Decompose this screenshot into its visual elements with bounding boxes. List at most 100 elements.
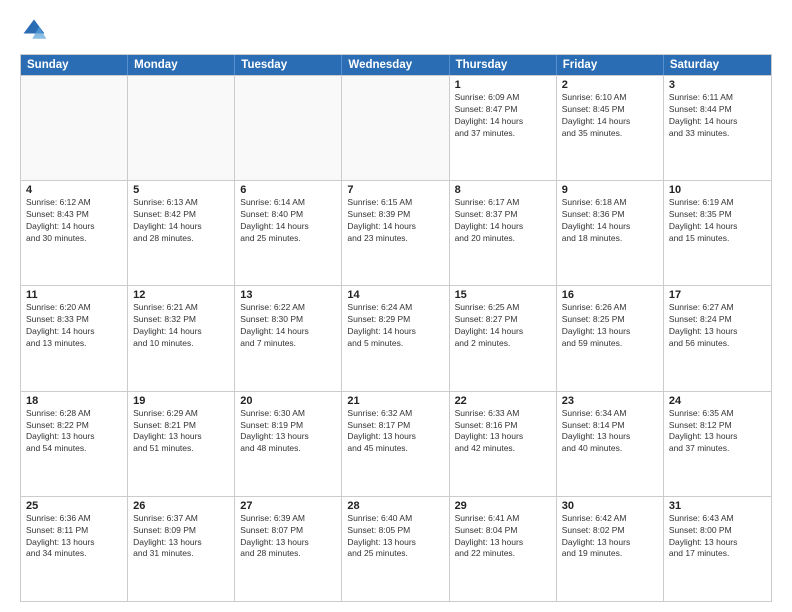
day-cell-26: 26Sunrise: 6:37 AM Sunset: 8:09 PM Dayli… bbox=[128, 497, 235, 601]
day-info: Sunrise: 6:19 AM Sunset: 8:35 PM Dayligh… bbox=[669, 197, 766, 245]
empty-cell bbox=[128, 76, 235, 180]
day-cell-23: 23Sunrise: 6:34 AM Sunset: 8:14 PM Dayli… bbox=[557, 392, 664, 496]
day-info: Sunrise: 6:14 AM Sunset: 8:40 PM Dayligh… bbox=[240, 197, 336, 245]
day-number: 24 bbox=[669, 395, 766, 407]
day-info: Sunrise: 6:25 AM Sunset: 8:27 PM Dayligh… bbox=[455, 302, 551, 350]
day-number: 13 bbox=[240, 289, 336, 301]
day-cell-22: 22Sunrise: 6:33 AM Sunset: 8:16 PM Dayli… bbox=[450, 392, 557, 496]
day-number: 1 bbox=[455, 79, 551, 91]
day-number: 18 bbox=[26, 395, 122, 407]
day-cell-31: 31Sunrise: 6:43 AM Sunset: 8:00 PM Dayli… bbox=[664, 497, 771, 601]
day-number: 20 bbox=[240, 395, 336, 407]
day-cell-13: 13Sunrise: 6:22 AM Sunset: 8:30 PM Dayli… bbox=[235, 286, 342, 390]
day-number: 29 bbox=[455, 500, 551, 512]
day-info: Sunrise: 6:20 AM Sunset: 8:33 PM Dayligh… bbox=[26, 302, 122, 350]
day-info: Sunrise: 6:12 AM Sunset: 8:43 PM Dayligh… bbox=[26, 197, 122, 245]
header-day-sunday: Sunday bbox=[21, 55, 128, 75]
day-number: 15 bbox=[455, 289, 551, 301]
day-cell-1: 1Sunrise: 6:09 AM Sunset: 8:47 PM Daylig… bbox=[450, 76, 557, 180]
day-cell-7: 7Sunrise: 6:15 AM Sunset: 8:39 PM Daylig… bbox=[342, 181, 449, 285]
day-number: 30 bbox=[562, 500, 658, 512]
day-cell-24: 24Sunrise: 6:35 AM Sunset: 8:12 PM Dayli… bbox=[664, 392, 771, 496]
empty-cell bbox=[21, 76, 128, 180]
day-info: Sunrise: 6:35 AM Sunset: 8:12 PM Dayligh… bbox=[669, 408, 766, 456]
day-cell-2: 2Sunrise: 6:10 AM Sunset: 8:45 PM Daylig… bbox=[557, 76, 664, 180]
day-info: Sunrise: 6:24 AM Sunset: 8:29 PM Dayligh… bbox=[347, 302, 443, 350]
day-info: Sunrise: 6:33 AM Sunset: 8:16 PM Dayligh… bbox=[455, 408, 551, 456]
day-info: Sunrise: 6:39 AM Sunset: 8:07 PM Dayligh… bbox=[240, 513, 336, 561]
day-info: Sunrise: 6:13 AM Sunset: 8:42 PM Dayligh… bbox=[133, 197, 229, 245]
day-info: Sunrise: 6:36 AM Sunset: 8:11 PM Dayligh… bbox=[26, 513, 122, 561]
day-number: 11 bbox=[26, 289, 122, 301]
header-day-friday: Friday bbox=[557, 55, 664, 75]
week-row-4: 18Sunrise: 6:28 AM Sunset: 8:22 PM Dayli… bbox=[21, 391, 771, 496]
day-number: 31 bbox=[669, 500, 766, 512]
day-cell-5: 5Sunrise: 6:13 AM Sunset: 8:42 PM Daylig… bbox=[128, 181, 235, 285]
calendar-header: SundayMondayTuesdayWednesdayThursdayFrid… bbox=[21, 55, 771, 75]
day-number: 9 bbox=[562, 184, 658, 196]
day-info: Sunrise: 6:34 AM Sunset: 8:14 PM Dayligh… bbox=[562, 408, 658, 456]
day-cell-10: 10Sunrise: 6:19 AM Sunset: 8:35 PM Dayli… bbox=[664, 181, 771, 285]
day-cell-18: 18Sunrise: 6:28 AM Sunset: 8:22 PM Dayli… bbox=[21, 392, 128, 496]
day-cell-9: 9Sunrise: 6:18 AM Sunset: 8:36 PM Daylig… bbox=[557, 181, 664, 285]
day-info: Sunrise: 6:21 AM Sunset: 8:32 PM Dayligh… bbox=[133, 302, 229, 350]
day-cell-21: 21Sunrise: 6:32 AM Sunset: 8:17 PM Dayli… bbox=[342, 392, 449, 496]
day-number: 25 bbox=[26, 500, 122, 512]
day-number: 26 bbox=[133, 500, 229, 512]
day-info: Sunrise: 6:30 AM Sunset: 8:19 PM Dayligh… bbox=[240, 408, 336, 456]
day-number: 23 bbox=[562, 395, 658, 407]
day-info: Sunrise: 6:42 AM Sunset: 8:02 PM Dayligh… bbox=[562, 513, 658, 561]
day-number: 6 bbox=[240, 184, 336, 196]
header-day-tuesday: Tuesday bbox=[235, 55, 342, 75]
header-day-monday: Monday bbox=[128, 55, 235, 75]
header-day-thursday: Thursday bbox=[450, 55, 557, 75]
day-number: 17 bbox=[669, 289, 766, 301]
day-info: Sunrise: 6:15 AM Sunset: 8:39 PM Dayligh… bbox=[347, 197, 443, 245]
week-row-1: 1Sunrise: 6:09 AM Sunset: 8:47 PM Daylig… bbox=[21, 75, 771, 180]
day-info: Sunrise: 6:10 AM Sunset: 8:45 PM Dayligh… bbox=[562, 92, 658, 140]
day-number: 16 bbox=[562, 289, 658, 301]
day-info: Sunrise: 6:22 AM Sunset: 8:30 PM Dayligh… bbox=[240, 302, 336, 350]
day-info: Sunrise: 6:32 AM Sunset: 8:17 PM Dayligh… bbox=[347, 408, 443, 456]
day-number: 10 bbox=[669, 184, 766, 196]
day-info: Sunrise: 6:43 AM Sunset: 8:00 PM Dayligh… bbox=[669, 513, 766, 561]
day-info: Sunrise: 6:37 AM Sunset: 8:09 PM Dayligh… bbox=[133, 513, 229, 561]
day-cell-17: 17Sunrise: 6:27 AM Sunset: 8:24 PM Dayli… bbox=[664, 286, 771, 390]
header-day-wednesday: Wednesday bbox=[342, 55, 449, 75]
calendar-body: 1Sunrise: 6:09 AM Sunset: 8:47 PM Daylig… bbox=[21, 75, 771, 601]
day-number: 21 bbox=[347, 395, 443, 407]
day-info: Sunrise: 6:26 AM Sunset: 8:25 PM Dayligh… bbox=[562, 302, 658, 350]
day-cell-19: 19Sunrise: 6:29 AM Sunset: 8:21 PM Dayli… bbox=[128, 392, 235, 496]
day-info: Sunrise: 6:11 AM Sunset: 8:44 PM Dayligh… bbox=[669, 92, 766, 140]
day-number: 8 bbox=[455, 184, 551, 196]
day-cell-27: 27Sunrise: 6:39 AM Sunset: 8:07 PM Dayli… bbox=[235, 497, 342, 601]
day-info: Sunrise: 6:40 AM Sunset: 8:05 PM Dayligh… bbox=[347, 513, 443, 561]
week-row-5: 25Sunrise: 6:36 AM Sunset: 8:11 PM Dayli… bbox=[21, 496, 771, 601]
day-cell-25: 25Sunrise: 6:36 AM Sunset: 8:11 PM Dayli… bbox=[21, 497, 128, 601]
day-info: Sunrise: 6:29 AM Sunset: 8:21 PM Dayligh… bbox=[133, 408, 229, 456]
day-cell-11: 11Sunrise: 6:20 AM Sunset: 8:33 PM Dayli… bbox=[21, 286, 128, 390]
day-cell-15: 15Sunrise: 6:25 AM Sunset: 8:27 PM Dayli… bbox=[450, 286, 557, 390]
page: SundayMondayTuesdayWednesdayThursdayFrid… bbox=[0, 0, 792, 612]
header bbox=[20, 16, 772, 44]
day-cell-29: 29Sunrise: 6:41 AM Sunset: 8:04 PM Dayli… bbox=[450, 497, 557, 601]
day-info: Sunrise: 6:09 AM Sunset: 8:47 PM Dayligh… bbox=[455, 92, 551, 140]
calendar: SundayMondayTuesdayWednesdayThursdayFrid… bbox=[20, 54, 772, 602]
day-number: 28 bbox=[347, 500, 443, 512]
day-cell-3: 3Sunrise: 6:11 AM Sunset: 8:44 PM Daylig… bbox=[664, 76, 771, 180]
day-info: Sunrise: 6:28 AM Sunset: 8:22 PM Dayligh… bbox=[26, 408, 122, 456]
day-cell-4: 4Sunrise: 6:12 AM Sunset: 8:43 PM Daylig… bbox=[21, 181, 128, 285]
day-number: 19 bbox=[133, 395, 229, 407]
day-cell-12: 12Sunrise: 6:21 AM Sunset: 8:32 PM Dayli… bbox=[128, 286, 235, 390]
day-number: 2 bbox=[562, 79, 658, 91]
day-cell-6: 6Sunrise: 6:14 AM Sunset: 8:40 PM Daylig… bbox=[235, 181, 342, 285]
day-number: 27 bbox=[240, 500, 336, 512]
day-cell-14: 14Sunrise: 6:24 AM Sunset: 8:29 PM Dayli… bbox=[342, 286, 449, 390]
day-cell-8: 8Sunrise: 6:17 AM Sunset: 8:37 PM Daylig… bbox=[450, 181, 557, 285]
day-number: 22 bbox=[455, 395, 551, 407]
header-day-saturday: Saturday bbox=[664, 55, 771, 75]
day-number: 4 bbox=[26, 184, 122, 196]
day-number: 14 bbox=[347, 289, 443, 301]
logo-icon bbox=[20, 16, 48, 44]
week-row-3: 11Sunrise: 6:20 AM Sunset: 8:33 PM Dayli… bbox=[21, 285, 771, 390]
